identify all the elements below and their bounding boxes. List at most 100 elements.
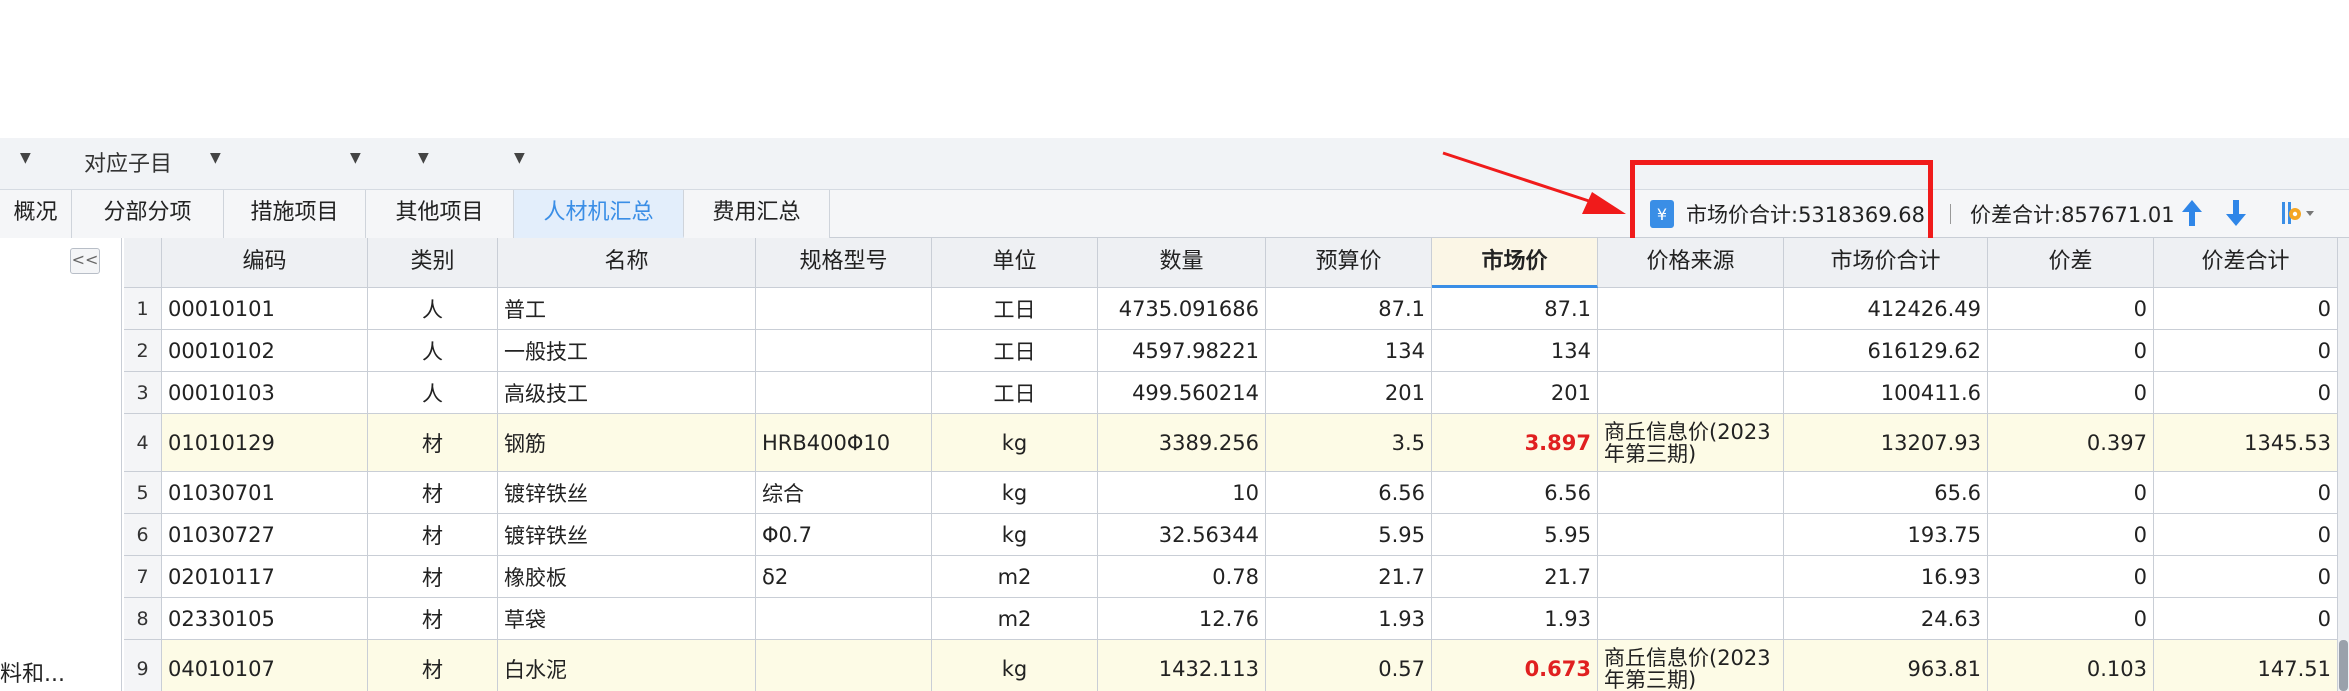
cell-market-total[interactable]: 412426.49: [1784, 288, 1988, 329]
cell-code[interactable]: 01030701: [162, 472, 368, 513]
cell-rownum[interactable]: 1: [124, 288, 162, 329]
cell-price-source[interactable]: [1598, 372, 1784, 413]
cell-market-total[interactable]: 100411.6: [1784, 372, 1988, 413]
table-row[interactable]: 6 01030727 材 镀锌铁丝 Φ0.7 kg 32.56344 5.95 5.95 193.…: [124, 514, 2344, 556]
tab-divisions[interactable]: 分部分项: [72, 190, 224, 238]
tab-other-items[interactable]: 其他项目: [366, 190, 514, 238]
header-quantity[interactable]: 数量: [1098, 238, 1266, 288]
chevron-down-icon[interactable]: ▼: [514, 150, 525, 166]
table-row[interactable]: 9 04010107 材 白水泥 kg 1432.113 0.57 0.673 商丘信息价(20…: [124, 640, 2344, 691]
cell-market-total[interactable]: 616129.62: [1784, 330, 1988, 371]
cell-diff-total[interactable]: 0: [2154, 556, 2338, 597]
cell-price-diff[interactable]: 0.103: [1988, 640, 2154, 691]
cell-unit[interactable]: m2: [932, 556, 1098, 597]
cell-code[interactable]: 02330105: [162, 598, 368, 639]
header-code[interactable]: 编码: [162, 238, 368, 288]
cell-spec[interactable]: [756, 640, 932, 691]
arrow-up-icon[interactable]: [2180, 198, 2204, 228]
table-row[interactable]: 1 00010101 人 普工 工日 4735.091686 87.1 87.1 412426.…: [124, 288, 2344, 330]
cell-rownum[interactable]: 8: [124, 598, 162, 639]
cell-rownum[interactable]: 4: [124, 414, 162, 471]
cell-code[interactable]: 00010102: [162, 330, 368, 371]
cell-type[interactable]: 人: [368, 372, 498, 413]
cell-name[interactable]: 普工: [498, 288, 756, 329]
header-name[interactable]: 名称: [498, 238, 756, 288]
cell-type[interactable]: 材: [368, 472, 498, 513]
header-price-diff[interactable]: 价差: [1988, 238, 2154, 288]
table-row[interactable]: 4 01010129 材 钢筋 HRB400Φ10 kg 3389.256 3.5 3.897 商…: [124, 414, 2344, 472]
cell-market-total[interactable]: 16.93: [1784, 556, 1988, 597]
cell-market-price[interactable]: 0.673: [1432, 640, 1598, 691]
header-budget-price[interactable]: 预算价: [1266, 238, 1432, 288]
tab-measures[interactable]: 措施项目: [224, 190, 366, 238]
table-row[interactable]: 3 00010103 人 高级技工 工日 499.560214 201 201 100411.6…: [124, 372, 2344, 414]
header-spec[interactable]: 规格型号: [756, 238, 932, 288]
cell-type[interactable]: 材: [368, 414, 498, 471]
cell-price-diff[interactable]: 0: [1988, 514, 2154, 555]
cell-price-source[interactable]: [1598, 598, 1784, 639]
cell-market-total[interactable]: 24.63: [1784, 598, 1988, 639]
cell-price-source[interactable]: [1598, 330, 1784, 371]
cell-type[interactable]: 材: [368, 556, 498, 597]
cell-budget-price[interactable]: 87.1: [1266, 288, 1432, 329]
cell-market-price[interactable]: 6.56: [1432, 472, 1598, 513]
chevron-down-icon[interactable]: ▼: [418, 150, 429, 166]
cell-rownum[interactable]: 2: [124, 330, 162, 371]
cell-quantity[interactable]: 12.76: [1098, 598, 1266, 639]
cell-spec[interactable]: HRB400Φ10: [756, 414, 932, 471]
scrollbar-thumb[interactable]: [2339, 640, 2348, 691]
cell-name[interactable]: 镀锌铁丝: [498, 472, 756, 513]
tab-cost-summary[interactable]: 费用汇总: [684, 190, 830, 238]
header-price-source[interactable]: 价格来源: [1598, 238, 1784, 288]
cell-price-diff[interactable]: 0: [1988, 472, 2154, 513]
chevron-down-icon[interactable]: ▼: [210, 150, 221, 166]
cell-diff-total[interactable]: 147.51: [2154, 640, 2338, 691]
cell-type[interactable]: 材: [368, 640, 498, 691]
cell-market-total[interactable]: 65.6: [1784, 472, 1988, 513]
cell-market-total[interactable]: 963.81: [1784, 640, 1988, 691]
cell-price-source[interactable]: [1598, 288, 1784, 329]
cell-diff-total[interactable]: 0: [2154, 330, 2338, 371]
cell-price-source[interactable]: 商丘信息价(2023年第三期): [1598, 640, 1784, 691]
chevron-down-icon[interactable]: ▼: [350, 150, 361, 166]
cell-quantity[interactable]: 499.560214: [1098, 372, 1266, 413]
cell-spec[interactable]: [756, 288, 932, 329]
cell-name[interactable]: 镀锌铁丝: [498, 514, 756, 555]
cell-market-price[interactable]: 21.7: [1432, 556, 1598, 597]
cell-budget-price[interactable]: 1.93: [1266, 598, 1432, 639]
cell-spec[interactable]: δ2: [756, 556, 932, 597]
cell-market-total[interactable]: 193.75: [1784, 514, 1988, 555]
cell-unit[interactable]: 工日: [932, 372, 1098, 413]
cell-market-price[interactable]: 1.93: [1432, 598, 1598, 639]
cell-diff-total[interactable]: 0: [2154, 598, 2338, 639]
cell-type[interactable]: 材: [368, 598, 498, 639]
header-diff-total[interactable]: 价差合计: [2154, 238, 2338, 288]
cell-diff-total[interactable]: 0: [2154, 514, 2338, 555]
vertical-scrollbar[interactable]: [2338, 238, 2349, 691]
cell-price-diff[interactable]: 0: [1988, 372, 2154, 413]
cell-code[interactable]: 04010107: [162, 640, 368, 691]
cell-market-total[interactable]: 13207.93: [1784, 414, 1988, 471]
cell-quantity[interactable]: 0.78: [1098, 556, 1266, 597]
cell-unit[interactable]: kg: [932, 472, 1098, 513]
cell-name[interactable]: 草袋: [498, 598, 756, 639]
cell-rownum[interactable]: 5: [124, 472, 162, 513]
cell-name[interactable]: 橡胶板: [498, 556, 756, 597]
cell-quantity[interactable]: 4735.091686: [1098, 288, 1266, 329]
cell-code[interactable]: 01030727: [162, 514, 368, 555]
cell-unit[interactable]: kg: [932, 640, 1098, 691]
filter-settings-icon[interactable]: [2280, 198, 2316, 228]
cell-rownum[interactable]: 7: [124, 556, 162, 597]
cell-unit[interactable]: 工日: [932, 330, 1098, 371]
tab-overview[interactable]: 概况: [0, 190, 72, 238]
cell-diff-total[interactable]: 0: [2154, 372, 2338, 413]
cell-unit[interactable]: kg: [932, 514, 1098, 555]
cell-price-diff[interactable]: 0: [1988, 288, 2154, 329]
cell-budget-price[interactable]: 5.95: [1266, 514, 1432, 555]
cell-name[interactable]: 高级技工: [498, 372, 756, 413]
cell-market-price[interactable]: 134: [1432, 330, 1598, 371]
cell-type[interactable]: 人: [368, 330, 498, 371]
cell-code[interactable]: 01010129: [162, 414, 368, 471]
cell-unit[interactable]: m2: [932, 598, 1098, 639]
cell-name[interactable]: 钢筋: [498, 414, 756, 471]
